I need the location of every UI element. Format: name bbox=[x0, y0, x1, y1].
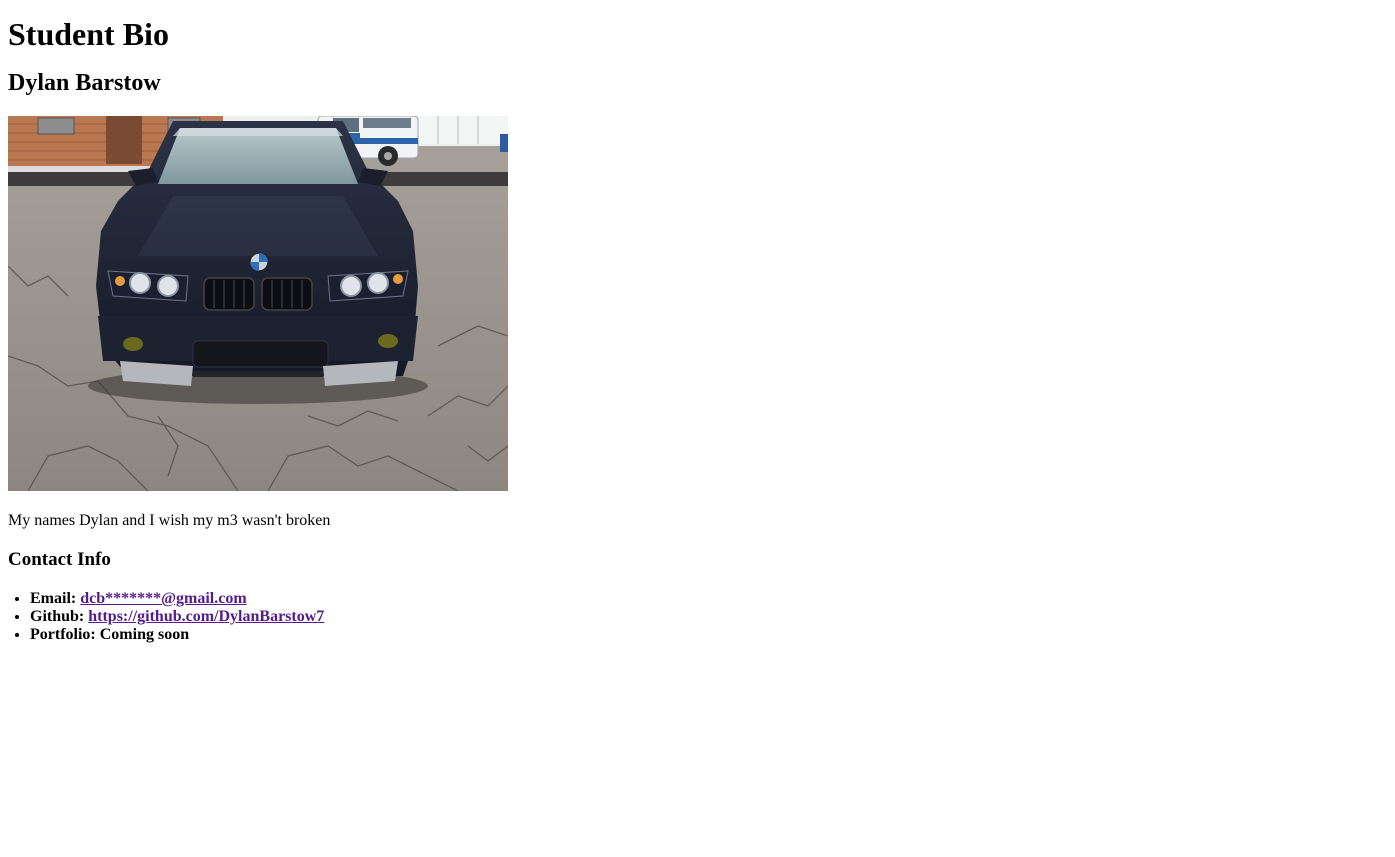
github-link[interactable]: https://github.com/DylanBarstow7 bbox=[88, 608, 324, 625]
contact-list: Email: dcb*******@gmail.com Github: http… bbox=[8, 590, 1387, 644]
car-photo bbox=[8, 116, 508, 491]
email-label: Email: bbox=[30, 590, 77, 607]
portfolio-text: Portfolio: Coming soon bbox=[30, 626, 190, 643]
contact-item-email: Email: dcb*******@gmail.com bbox=[30, 590, 1387, 608]
page-title: Student Bio bbox=[8, 16, 169, 52]
student-name: Dylan Barstow bbox=[8, 70, 161, 96]
bio-text: My names Dylan and I wish my m3 wasn't b… bbox=[8, 512, 331, 529]
contact-item-portfolio: Portfolio: Coming soon bbox=[30, 626, 1387, 644]
contact-heading: Contact Info bbox=[8, 549, 111, 570]
contact-item-github: Github: https://github.com/DylanBarstow7 bbox=[30, 608, 1387, 626]
email-link[interactable]: dcb*******@gmail.com bbox=[80, 590, 246, 607]
github-label: Github: bbox=[30, 608, 85, 625]
